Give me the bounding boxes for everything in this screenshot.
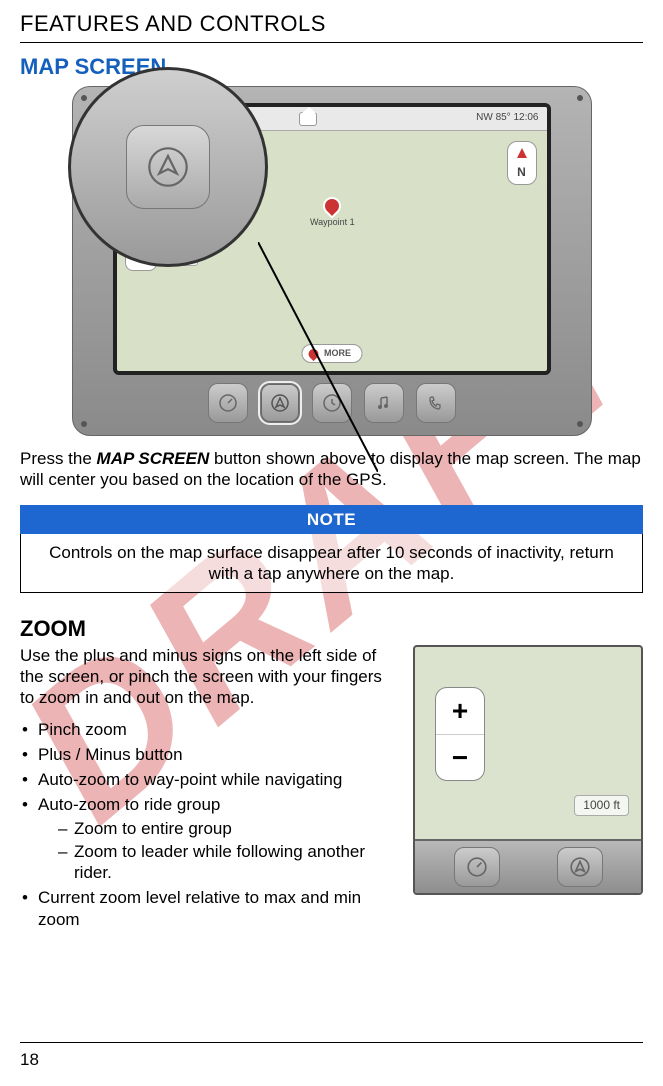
callout-leader-line <box>258 242 378 472</box>
zoom-title: ZOOM <box>20 615 643 643</box>
list-item: Auto-zoom to ride group Zoom to entire g… <box>20 794 399 883</box>
list-item: Auto-zoom to way-point while navigating <box>20 769 399 790</box>
device-illustration: ‹ NW 85° 12:06 5 MPH H N Waypoint 1 + − <box>72 86 592 436</box>
section-title: MAP SCREEN <box>20 53 643 81</box>
zoom-control-large[interactable]: + − <box>435 687 485 781</box>
list-subitem: Zoom to entire group <box>38 818 399 839</box>
list-item: Plus / Minus button <box>20 744 399 765</box>
hw-map-button[interactable] <box>557 847 603 887</box>
zoom-distance-label: 1000 ft <box>574 795 629 816</box>
status-text: NW 85° 12:06 <box>476 112 538 125</box>
pin-icon <box>320 193 345 218</box>
map-button-callout <box>68 67 268 267</box>
zoom-in-icon[interactable]: + <box>436 688 484 734</box>
hw-phone-button[interactable] <box>416 383 456 423</box>
note-header: NOTE <box>20 505 643 534</box>
note-body: Controls on the map surface disappear af… <box>20 534 643 594</box>
list-item: Pinch zoom <box>20 719 399 740</box>
map-button-icon <box>126 125 210 209</box>
home-icon[interactable] <box>299 112 317 126</box>
list-subitem: Zoom to leader while following another r… <box>38 841 399 884</box>
waypoint-marker: Waypoint 1 <box>310 197 355 228</box>
figure-bezel <box>415 839 641 893</box>
compass-indicator[interactable]: N <box>507 141 537 185</box>
page-number: 18 <box>20 1042 643 1070</box>
hw-gauge-button[interactable] <box>208 383 248 423</box>
list-item: Current zoom level relative to max and m… <box>20 887 399 930</box>
zoom-intro: Use the plus and minus signs on the left… <box>20 645 399 709</box>
page-header: FEATURES AND CONTROLS <box>20 10 643 43</box>
zoom-out-icon[interactable]: − <box>436 734 484 780</box>
zoom-figure: + − 1000 ft <box>413 645 643 895</box>
hw-gauge-button[interactable] <box>454 847 500 887</box>
